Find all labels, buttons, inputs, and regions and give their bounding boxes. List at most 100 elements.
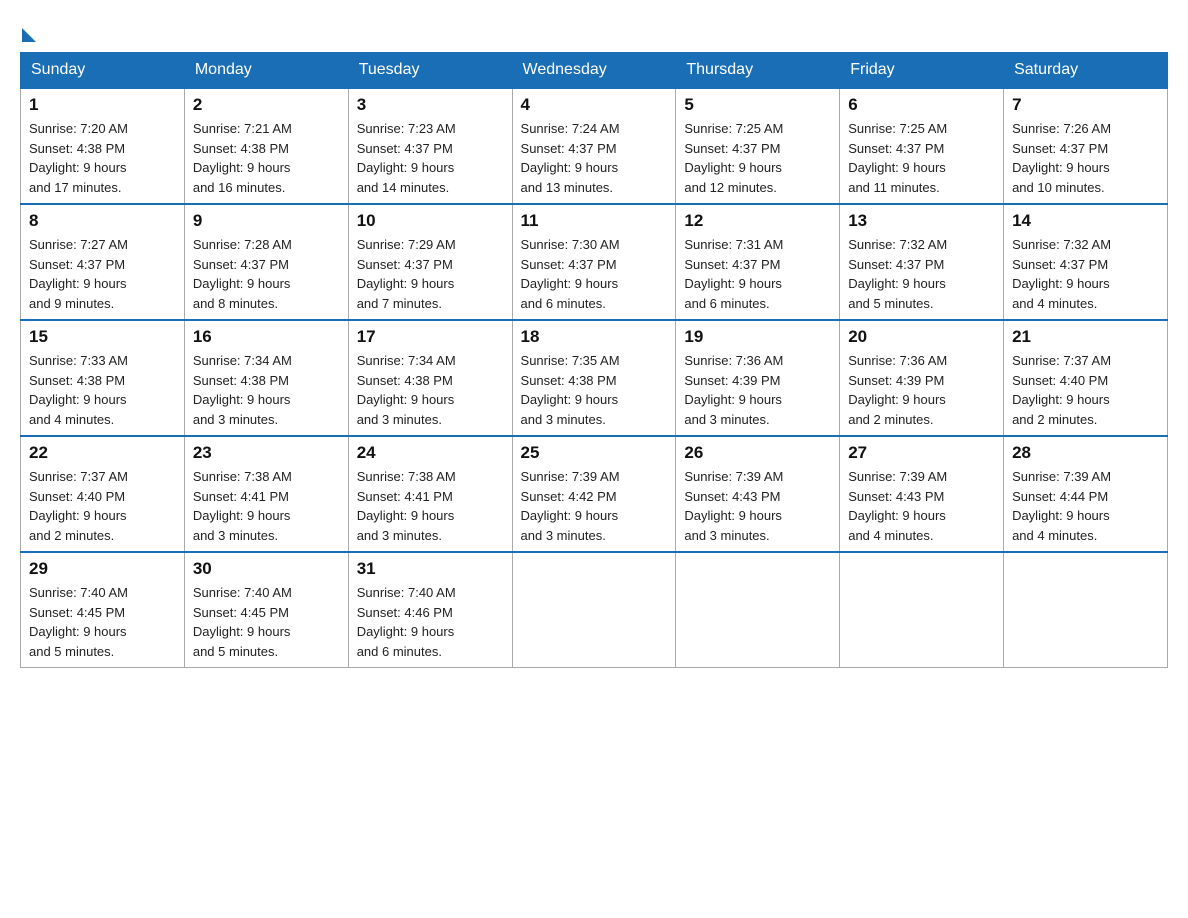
day-number: 14 [1012,211,1159,231]
calendar-cell: 1 Sunrise: 7:20 AMSunset: 4:38 PMDayligh… [21,88,185,204]
weekday-header-sunday: Sunday [21,53,185,89]
day-number: 17 [357,327,504,347]
page-header [20,20,1168,42]
day-number: 11 [521,211,668,231]
calendar-cell: 16 Sunrise: 7:34 AMSunset: 4:38 PMDaylig… [184,320,348,436]
day-number: 30 [193,559,340,579]
day-info: Sunrise: 7:26 AMSunset: 4:37 PMDaylight:… [1012,119,1159,197]
calendar-week-row: 8 Sunrise: 7:27 AMSunset: 4:37 PMDayligh… [21,204,1168,320]
day-info: Sunrise: 7:20 AMSunset: 4:38 PMDaylight:… [29,119,176,197]
day-info: Sunrise: 7:25 AMSunset: 4:37 PMDaylight:… [848,119,995,197]
calendar-week-row: 15 Sunrise: 7:33 AMSunset: 4:38 PMDaylig… [21,320,1168,436]
logo-text [20,20,36,42]
day-number: 20 [848,327,995,347]
weekday-header-thursday: Thursday [676,53,840,89]
day-number: 29 [29,559,176,579]
day-number: 22 [29,443,176,463]
calendar-week-row: 29 Sunrise: 7:40 AMSunset: 4:45 PMDaylig… [21,552,1168,668]
day-number: 24 [357,443,504,463]
calendar-cell: 20 Sunrise: 7:36 AMSunset: 4:39 PMDaylig… [840,320,1004,436]
day-info: Sunrise: 7:24 AMSunset: 4:37 PMDaylight:… [521,119,668,197]
day-info: Sunrise: 7:33 AMSunset: 4:38 PMDaylight:… [29,351,176,429]
day-info: Sunrise: 7:27 AMSunset: 4:37 PMDaylight:… [29,235,176,313]
day-number: 8 [29,211,176,231]
calendar-cell: 19 Sunrise: 7:36 AMSunset: 4:39 PMDaylig… [676,320,840,436]
day-info: Sunrise: 7:37 AMSunset: 4:40 PMDaylight:… [1012,351,1159,429]
logo-blue-part [20,20,36,42]
day-info: Sunrise: 7:38 AMSunset: 4:41 PMDaylight:… [193,467,340,545]
day-info: Sunrise: 7:28 AMSunset: 4:37 PMDaylight:… [193,235,340,313]
day-number: 28 [1012,443,1159,463]
calendar-cell: 15 Sunrise: 7:33 AMSunset: 4:38 PMDaylig… [21,320,185,436]
calendar-cell: 8 Sunrise: 7:27 AMSunset: 4:37 PMDayligh… [21,204,185,320]
day-number: 27 [848,443,995,463]
day-info: Sunrise: 7:37 AMSunset: 4:40 PMDaylight:… [29,467,176,545]
calendar-cell [840,552,1004,668]
day-info: Sunrise: 7:39 AMSunset: 4:43 PMDaylight:… [848,467,995,545]
calendar-cell: 26 Sunrise: 7:39 AMSunset: 4:43 PMDaylig… [676,436,840,552]
day-number: 25 [521,443,668,463]
day-info: Sunrise: 7:36 AMSunset: 4:39 PMDaylight:… [848,351,995,429]
calendar-cell: 31 Sunrise: 7:40 AMSunset: 4:46 PMDaylig… [348,552,512,668]
day-info: Sunrise: 7:32 AMSunset: 4:37 PMDaylight:… [1012,235,1159,313]
calendar-cell: 25 Sunrise: 7:39 AMSunset: 4:42 PMDaylig… [512,436,676,552]
calendar-cell: 22 Sunrise: 7:37 AMSunset: 4:40 PMDaylig… [21,436,185,552]
calendar-cell: 24 Sunrise: 7:38 AMSunset: 4:41 PMDaylig… [348,436,512,552]
day-number: 21 [1012,327,1159,347]
day-info: Sunrise: 7:21 AMSunset: 4:38 PMDaylight:… [193,119,340,197]
day-info: Sunrise: 7:36 AMSunset: 4:39 PMDaylight:… [684,351,831,429]
calendar-header-row: SundayMondayTuesdayWednesdayThursdayFrid… [21,53,1168,89]
logo [20,20,36,42]
day-number: 10 [357,211,504,231]
day-info: Sunrise: 7:34 AMSunset: 4:38 PMDaylight:… [357,351,504,429]
day-info: Sunrise: 7:39 AMSunset: 4:44 PMDaylight:… [1012,467,1159,545]
day-number: 13 [848,211,995,231]
calendar-cell: 5 Sunrise: 7:25 AMSunset: 4:37 PMDayligh… [676,88,840,204]
calendar-cell: 7 Sunrise: 7:26 AMSunset: 4:37 PMDayligh… [1004,88,1168,204]
day-number: 2 [193,95,340,115]
calendar-cell: 12 Sunrise: 7:31 AMSunset: 4:37 PMDaylig… [676,204,840,320]
calendar-cell: 11 Sunrise: 7:30 AMSunset: 4:37 PMDaylig… [512,204,676,320]
calendar-cell: 28 Sunrise: 7:39 AMSunset: 4:44 PMDaylig… [1004,436,1168,552]
calendar-cell: 2 Sunrise: 7:21 AMSunset: 4:38 PMDayligh… [184,88,348,204]
calendar-cell: 13 Sunrise: 7:32 AMSunset: 4:37 PMDaylig… [840,204,1004,320]
day-number: 31 [357,559,504,579]
calendar-week-row: 22 Sunrise: 7:37 AMSunset: 4:40 PMDaylig… [21,436,1168,552]
calendar-cell: 17 Sunrise: 7:34 AMSunset: 4:38 PMDaylig… [348,320,512,436]
calendar-cell [676,552,840,668]
day-number: 18 [521,327,668,347]
day-number: 26 [684,443,831,463]
day-info: Sunrise: 7:29 AMSunset: 4:37 PMDaylight:… [357,235,504,313]
calendar-table: SundayMondayTuesdayWednesdayThursdayFrid… [20,52,1168,668]
calendar-cell: 29 Sunrise: 7:40 AMSunset: 4:45 PMDaylig… [21,552,185,668]
logo-arrow-icon [22,28,36,42]
calendar-cell: 21 Sunrise: 7:37 AMSunset: 4:40 PMDaylig… [1004,320,1168,436]
day-number: 7 [1012,95,1159,115]
day-number: 23 [193,443,340,463]
calendar-cell: 6 Sunrise: 7:25 AMSunset: 4:37 PMDayligh… [840,88,1004,204]
day-info: Sunrise: 7:38 AMSunset: 4:41 PMDaylight:… [357,467,504,545]
day-info: Sunrise: 7:39 AMSunset: 4:42 PMDaylight:… [521,467,668,545]
weekday-header-wednesday: Wednesday [512,53,676,89]
day-info: Sunrise: 7:30 AMSunset: 4:37 PMDaylight:… [521,235,668,313]
calendar-cell [512,552,676,668]
day-number: 6 [848,95,995,115]
day-number: 16 [193,327,340,347]
day-info: Sunrise: 7:31 AMSunset: 4:37 PMDaylight:… [684,235,831,313]
calendar-cell: 10 Sunrise: 7:29 AMSunset: 4:37 PMDaylig… [348,204,512,320]
day-number: 3 [357,95,504,115]
day-number: 5 [684,95,831,115]
calendar-week-row: 1 Sunrise: 7:20 AMSunset: 4:38 PMDayligh… [21,88,1168,204]
day-info: Sunrise: 7:32 AMSunset: 4:37 PMDaylight:… [848,235,995,313]
calendar-cell: 30 Sunrise: 7:40 AMSunset: 4:45 PMDaylig… [184,552,348,668]
day-info: Sunrise: 7:40 AMSunset: 4:46 PMDaylight:… [357,583,504,661]
weekday-header-tuesday: Tuesday [348,53,512,89]
day-info: Sunrise: 7:25 AMSunset: 4:37 PMDaylight:… [684,119,831,197]
day-number: 19 [684,327,831,347]
day-info: Sunrise: 7:40 AMSunset: 4:45 PMDaylight:… [193,583,340,661]
weekday-header-monday: Monday [184,53,348,89]
day-info: Sunrise: 7:23 AMSunset: 4:37 PMDaylight:… [357,119,504,197]
day-number: 1 [29,95,176,115]
day-number: 15 [29,327,176,347]
day-info: Sunrise: 7:40 AMSunset: 4:45 PMDaylight:… [29,583,176,661]
